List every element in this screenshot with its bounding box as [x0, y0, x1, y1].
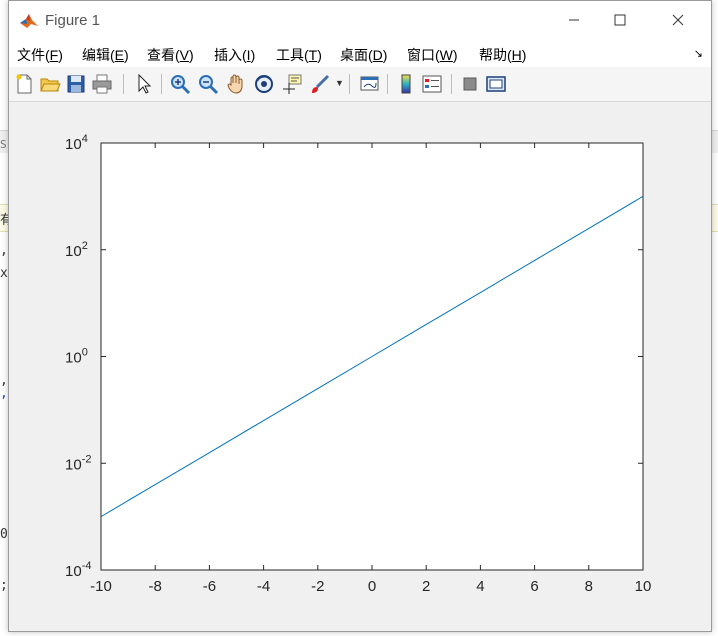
y-tick-exponent: 4 — [82, 133, 88, 145]
matlab-logo-icon — [20, 14, 38, 28]
y-tick-label: 104 — [65, 133, 88, 153]
minimize-icon — [569, 19, 579, 21]
menu-view[interactable]: 查看(V) — [147, 45, 194, 65]
toolbar-separator — [349, 74, 350, 94]
menu-insert[interactable]: 插入(I) — [214, 45, 255, 65]
figure-toolbar: ▼ — [9, 67, 711, 102]
log-plot[interactable]: -10 -8 -6 -4 -2 0 2 4 6 8 1010-410-2100102104 — [9, 102, 711, 631]
x-tick-label: -4 — [257, 578, 270, 595]
menu-desktop[interactable]: 桌面(D) — [340, 45, 387, 65]
x-tick-label: -10 — [90, 578, 112, 595]
menu-edit[interactable]: 编辑(E) — [82, 45, 129, 65]
brush-icon[interactable] — [309, 73, 331, 95]
minimize-button[interactable] — [551, 1, 597, 39]
title-bar[interactable]: Figure 1 — [9, 1, 711, 39]
y-tick-base: 10 — [65, 136, 82, 153]
close-button[interactable] — [655, 1, 701, 39]
legend-icon[interactable] — [421, 73, 443, 95]
toolbar-separator — [161, 74, 162, 94]
toolbar-separator — [451, 74, 452, 94]
y-tick-base: 10 — [65, 563, 82, 580]
background-fragment: ; — [0, 578, 8, 593]
y-tick-label: 100 — [65, 347, 88, 367]
data-cursor-icon[interactable] — [281, 73, 303, 95]
new-figure-icon[interactable] — [13, 73, 35, 95]
y-tick-base: 10 — [65, 243, 82, 260]
menu-file[interactable]: 文件(F) — [17, 45, 63, 65]
close-icon — [672, 14, 684, 26]
colorbar-icon[interactable] — [395, 73, 417, 95]
x-tick-label: 2 — [422, 578, 430, 595]
pan-hand-icon[interactable] — [225, 73, 247, 95]
background-fragment: S — [0, 138, 7, 151]
menu-overflow-icon[interactable]: ↘ — [694, 47, 703, 60]
x-tick-label: -8 — [149, 578, 162, 595]
menu-tools[interactable]: 工具(T) — [276, 45, 322, 65]
brush-dropdown-icon[interactable]: ▼ — [335, 78, 344, 88]
figure-window: Figure 1 文件(F) 编辑(E) 查看(V) 插入(I) 工具(T) 桌… — [8, 0, 712, 632]
y-tick-base: 10 — [65, 350, 82, 367]
x-tick-label: -6 — [203, 578, 216, 595]
y-tick-label: 10-2 — [65, 453, 91, 473]
y-tick-exponent: -2 — [82, 453, 92, 465]
background-fragment: , — [0, 386, 8, 401]
open-file-icon[interactable] — [39, 73, 61, 95]
background-fragment: x — [0, 266, 8, 281]
x-tick-label: 0 — [368, 578, 376, 595]
menu-window[interactable]: 窗口(W) — [407, 45, 458, 65]
y-tick-base: 10 — [65, 456, 82, 473]
window-title: Figure 1 — [45, 12, 101, 29]
print-icon[interactable] — [91, 73, 113, 95]
menu-help[interactable]: 帮助(H) — [479, 45, 526, 65]
x-tick-label: 10 — [635, 578, 652, 595]
hide-plot-tools-icon[interactable] — [459, 73, 481, 95]
zoom-in-icon[interactable] — [169, 73, 191, 95]
x-tick-label: 4 — [476, 578, 484, 595]
maximize-icon — [614, 14, 626, 26]
y-tick-exponent: 2 — [82, 240, 88, 252]
rotate-3d-icon[interactable] — [253, 73, 275, 95]
maximize-button[interactable] — [597, 1, 643, 39]
y-tick-label: 10-4 — [65, 560, 91, 580]
figure-canvas[interactable]: -10 -8 -6 -4 -2 0 2 4 6 8 10 10-4 10-2 100 102 104 — [9, 102, 711, 631]
background-fragment: , — [0, 243, 8, 258]
toolbar-separator — [387, 74, 388, 94]
y-tick-exponent: -4 — [82, 560, 92, 572]
menu-bar: 文件(F) 编辑(E) 查看(V) 插入(I) 工具(T) 桌面(D) 窗口(W… — [9, 39, 711, 68]
toolbar-separator — [123, 74, 124, 94]
x-tick-label: 6 — [530, 578, 538, 595]
x-tick-label: 8 — [585, 578, 593, 595]
x-tick-label: -2 — [311, 578, 324, 595]
y-tick-label: 102 — [65, 240, 88, 260]
y-tick-exponent: 0 — [82, 347, 88, 359]
zoom-out-icon[interactable] — [197, 73, 219, 95]
pointer-icon[interactable] — [133, 73, 155, 95]
link-plot-icon[interactable] — [359, 73, 381, 95]
show-plot-tools-icon[interactable] — [485, 73, 507, 95]
save-icon[interactable] — [65, 73, 87, 95]
